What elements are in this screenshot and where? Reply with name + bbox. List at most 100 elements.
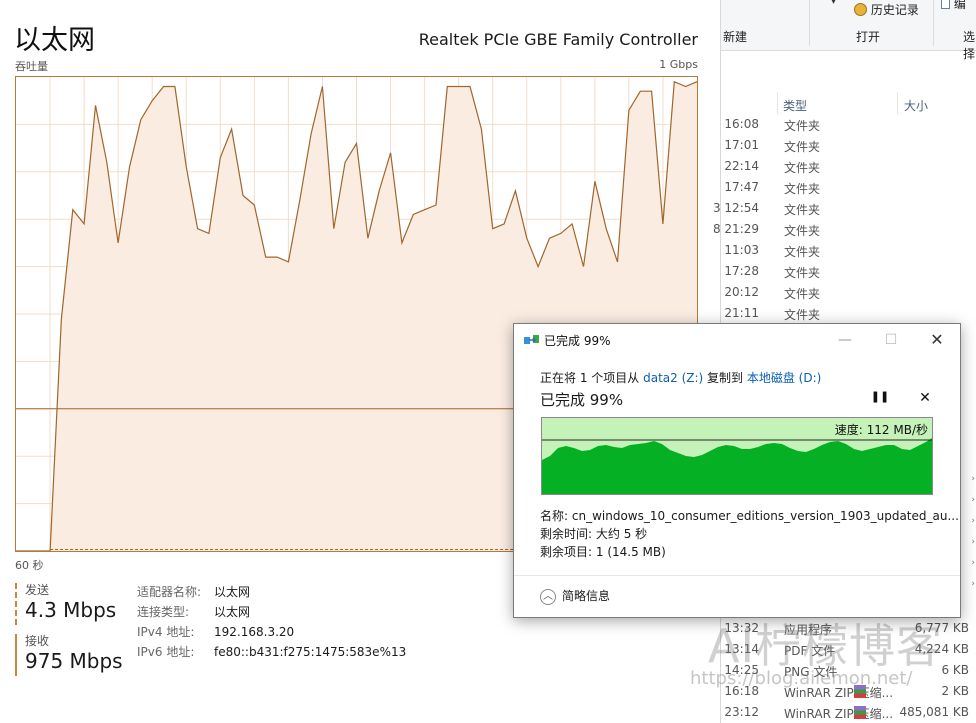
column-header-size[interactable]: 大小 bbox=[904, 97, 928, 114]
desc-mid: 复制到 bbox=[703, 371, 747, 385]
prop-key: 适配器名称: bbox=[137, 585, 202, 599]
pause-icon: ❚❚ bbox=[870, 390, 890, 403]
ribbon-dropdown-arrow-icon[interactable]: ▾ bbox=[831, 0, 836, 7]
file-type: 文件夹 bbox=[784, 308, 821, 322]
scroll-arrow-icon: › bbox=[971, 495, 975, 505]
file-row[interactable]: 8 21:29 文件夹 bbox=[713, 219, 976, 240]
less-info-label: 简略信息 bbox=[562, 589, 611, 603]
ribbon-group-select: 选择 bbox=[963, 30, 976, 61]
file-date: 8 21:29 bbox=[712, 222, 759, 236]
destination-link[interactable]: 本地磁盘 (D:) bbox=[747, 371, 821, 385]
file-date: 23:12 bbox=[724, 705, 759, 719]
file-row[interactable]: 17:47 文件夹 bbox=[721, 177, 976, 198]
ribbon-divider bbox=[809, 0, 810, 46]
source-link[interactable]: data2 (Z:) bbox=[643, 371, 703, 385]
file-date: 22:14 bbox=[724, 159, 759, 173]
name-label: 名称: bbox=[540, 509, 569, 523]
send-stat[interactable]: 发送 4.3 Mbps bbox=[15, 583, 116, 625]
file-date: 20:12 bbox=[724, 285, 759, 299]
file-row[interactable]: 11:03 文件夹 bbox=[721, 240, 976, 261]
file-type: 文件夹 bbox=[784, 266, 821, 280]
name-value: cn_windows_10_consumer_editions_version_… bbox=[571, 509, 959, 523]
receive-value: 975 Mbps bbox=[25, 649, 123, 673]
close-button[interactable]: ✕ bbox=[914, 324, 960, 356]
maximize-button[interactable]: ☐ bbox=[868, 324, 914, 356]
items-label: 剩余项目: bbox=[540, 545, 593, 559]
file-type: 文件夹 bbox=[784, 224, 821, 238]
receive-stat[interactable]: 接收 975 Mbps bbox=[15, 634, 123, 676]
time-remaining-row: 剩余时间: 大约 5 秒 bbox=[540, 525, 959, 543]
column-divider bbox=[777, 92, 778, 114]
edit-button[interactable]: 编 bbox=[941, 0, 966, 12]
max-throughput-label: 1 Gbps bbox=[659, 58, 698, 71]
prop-key: 连接类型: bbox=[137, 605, 190, 619]
file-type: 文件夹 bbox=[784, 161, 821, 175]
send-label: 发送 bbox=[25, 583, 50, 597]
dialog-titlebar[interactable]: 已完成 99% — ☐ ✕ bbox=[514, 324, 960, 356]
cancel-button[interactable]: ✕ bbox=[915, 390, 935, 410]
pause-button[interactable]: ❚❚ bbox=[870, 390, 890, 410]
time-value: 大约 5 秒 bbox=[595, 527, 648, 541]
watermark-url: https://blog.ailemon.net/ bbox=[690, 668, 913, 689]
archive-icon bbox=[854, 706, 866, 719]
copy-icon bbox=[524, 335, 539, 344]
throughput-label: 吞吐量 bbox=[15, 60, 48, 73]
file-size: 485,081 KB bbox=[899, 705, 969, 719]
file-row[interactable]: 17:28 文件夹 bbox=[721, 261, 976, 282]
time-span-label: 60 秒 bbox=[15, 559, 44, 572]
scroll-arrow-icon: › bbox=[971, 558, 975, 568]
prop-adapter-name: 适配器名称: 以太网 bbox=[137, 582, 406, 602]
file-date: 21:11 bbox=[724, 306, 759, 320]
copy-description: 正在将 1 个项目从 data2 (Z:) 复制到 本地磁盘 (D:) bbox=[540, 369, 821, 386]
adapter-name: Realtek PCIe GBE Family Controller bbox=[418, 30, 698, 49]
file-row[interactable]: 17:01 文件夹 bbox=[721, 135, 976, 156]
column-header-type[interactable]: 类型 bbox=[783, 97, 807, 114]
prop-value: 以太网 bbox=[214, 585, 251, 599]
file-date: 17:47 bbox=[724, 180, 759, 194]
speed-label: 速度: 112 MB/秒 bbox=[834, 423, 928, 437]
edit-icon bbox=[941, 0, 950, 9]
file-date: 17:01 bbox=[724, 138, 759, 152]
name-row: 名称: cn_windows_10_consumer_editions_vers… bbox=[540, 507, 959, 525]
history-button[interactable]: 历史记录 bbox=[854, 1, 919, 18]
prop-value: 192.168.3.20 bbox=[214, 625, 295, 639]
ribbon-toolbar: ▾ 历史记录 编 新建 打开 选择 bbox=[721, 0, 976, 61]
file-size: 6 KB bbox=[941, 663, 969, 677]
column-divider bbox=[897, 92, 898, 114]
close-icon: ✕ bbox=[919, 390, 931, 406]
history-icon bbox=[854, 3, 867, 16]
file-size: 2 KB bbox=[941, 684, 969, 698]
file-row[interactable]: 16:08 文件夹 bbox=[721, 114, 976, 135]
prop-connection-type: 连接类型: 以太网 bbox=[137, 602, 406, 622]
items-remaining-row: 剩余项目: 1 (14.5 MB) bbox=[540, 543, 959, 561]
file-row[interactable]: 21:11 文件夹 bbox=[721, 303, 976, 324]
file-row[interactable]: 23:12 WinRAR ZIP 压缩... 485,081 KB bbox=[721, 702, 976, 723]
prop-value: fe80::b431:f275:1475:583e%13 bbox=[214, 645, 407, 659]
file-row[interactable]: 22:14 文件夹 bbox=[721, 156, 976, 177]
ribbon-group-new: 新建 bbox=[723, 30, 748, 44]
adapter-properties: 适配器名称: 以太网 连接类型: 以太网 IPv4 地址: 192.168.3.20 … bbox=[137, 582, 406, 662]
history-label: 历史记录 bbox=[870, 3, 919, 17]
file-type: WinRAR ZIP 压缩... bbox=[784, 707, 894, 721]
ribbon-divider bbox=[933, 0, 934, 46]
page-title: 以太网 bbox=[14, 25, 95, 56]
prop-ipv6: IPv6 地址: fe80::b431:f275:1475:583e%13 bbox=[137, 642, 406, 662]
file-row[interactable]: 20:12 文件夹 bbox=[721, 282, 976, 303]
file-date: 16:08 bbox=[724, 117, 759, 131]
file-date: 17:28 bbox=[724, 264, 759, 278]
file-type: 文件夹 bbox=[784, 245, 821, 259]
minimize-button[interactable]: — bbox=[822, 324, 868, 356]
receive-label: 接收 bbox=[25, 634, 50, 648]
transfer-speed-graph: 速度: 112 MB/秒 bbox=[541, 417, 933, 495]
speed-area bbox=[542, 438, 932, 494]
copy-progress-dialog: 已完成 99% — ☐ ✕ 正在将 1 个项目从 data2 (Z:) 复制到 … bbox=[513, 323, 961, 618]
ribbon-group-open: 打开 bbox=[856, 30, 881, 44]
file-type: 文件夹 bbox=[784, 182, 821, 196]
percent-complete: 已完成 99% bbox=[540, 391, 624, 409]
vertical-scrollbar[interactable]: › › › › › › bbox=[967, 470, 976, 720]
file-row[interactable]: 3 12:54 文件夹 bbox=[713, 198, 976, 219]
dialog-title: 已完成 99% bbox=[544, 334, 611, 348]
watermark-title: AI柠檬博客 bbox=[708, 619, 944, 673]
less-info-button[interactable]: ︿ 简略信息 bbox=[540, 587, 610, 605]
prop-key: IPv6 地址: bbox=[137, 645, 195, 659]
